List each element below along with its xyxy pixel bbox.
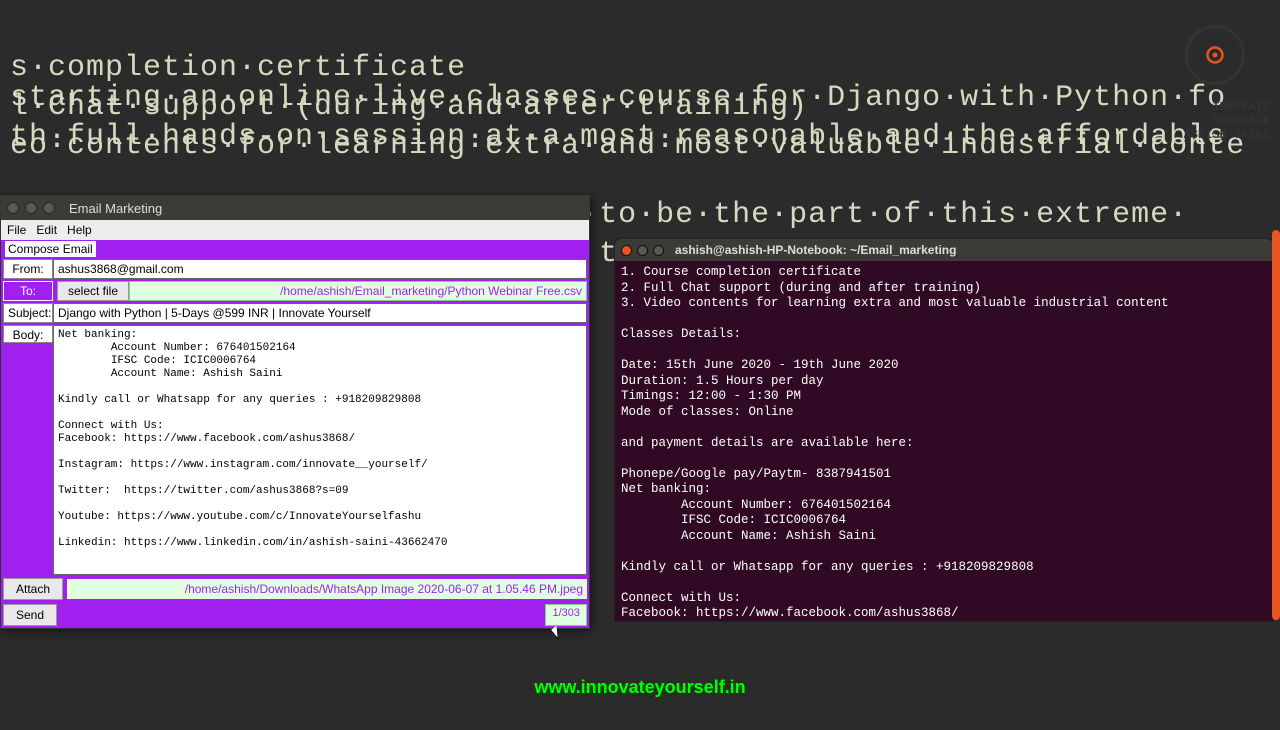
minimize-icon[interactable] — [637, 245, 648, 256]
brand-text: INNOVATE YOURSELF ASHISH SAINI — [1184, 100, 1270, 142]
attach-button[interactable]: Attach — [3, 578, 63, 600]
terminal-title: ashish@ashish-HP-Notebook: ~/Email_marke… — [675, 243, 956, 257]
brand-logo — [1170, 10, 1260, 100]
menu-file[interactable]: File — [7, 223, 26, 237]
subject-input[interactable]: Django with Python | 5-Days @599 INR | I… — [53, 303, 587, 323]
email-marketing-window: Email Marketing File Edit Help Compose E… — [0, 195, 590, 629]
maximize-icon[interactable] — [653, 245, 664, 256]
email-title: Email Marketing — [69, 201, 162, 216]
terminal-body[interactable]: 1. Course completion certificate 2. Full… — [615, 261, 1273, 621]
menubar: File Edit Help — [1, 220, 589, 240]
compose-header: Compose Email — [1, 240, 589, 258]
terminal-window: ashish@ashish-HP-Notebook: ~/Email_marke… — [614, 238, 1274, 622]
menu-help[interactable]: Help — [67, 223, 92, 237]
subject-label: Subject: — [3, 303, 53, 323]
close-icon[interactable] — [7, 202, 19, 214]
scrollbar[interactable] — [1272, 230, 1280, 620]
email-titlebar[interactable]: Email Marketing — [1, 196, 589, 220]
minimize-icon[interactable] — [25, 202, 37, 214]
menu-edit[interactable]: Edit — [36, 223, 57, 237]
maximize-icon[interactable] — [43, 202, 55, 214]
watermark: www.innovateyourself.in — [534, 677, 745, 698]
send-progress: 1/303 — [545, 604, 587, 626]
send-button[interactable]: Send — [3, 604, 57, 626]
cursor-icon — [553, 625, 565, 643]
from-label: From: — [3, 259, 53, 279]
close-icon[interactable] — [621, 245, 632, 256]
body-label: Body: — [3, 325, 53, 343]
from-input[interactable]: ashus3868@gmail.com — [53, 259, 587, 279]
to-file-path: /home/ashish/Email_marketing/Python Webi… — [129, 281, 587, 301]
attach-path: /home/ashish/Downloads/WhatsApp Image 20… — [67, 579, 587, 599]
terminal-titlebar[interactable]: ashish@ashish-HP-Notebook: ~/Email_marke… — [615, 239, 1273, 261]
body-textarea[interactable]: Net banking: Account Number: 67640150216… — [53, 325, 587, 575]
gear-icon — [1185, 25, 1245, 85]
to-label: To: — [3, 281, 53, 301]
select-file-button[interactable]: select file — [57, 281, 129, 301]
